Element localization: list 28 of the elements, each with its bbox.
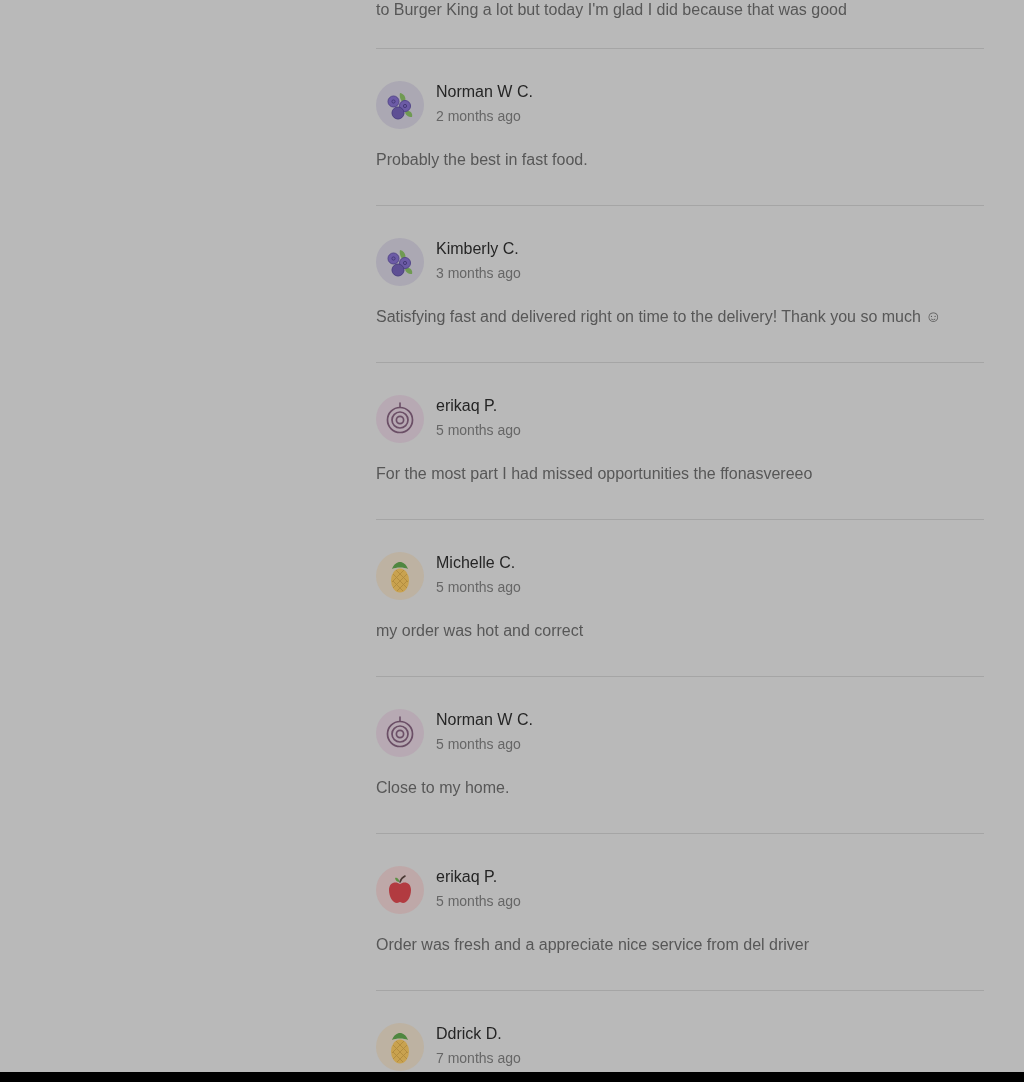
onion-avatar-icon <box>376 709 424 757</box>
apple-avatar-icon <box>376 866 424 914</box>
review-text: Satisfying fast and delivered right on time to the delivery! Thank you so much ☺ <box>376 307 943 327</box>
review-date: 7 months ago <box>436 1049 521 1067</box>
review-text: to Burger King a lot but today I'm glad I did because that was good <box>376 0 848 20</box>
reviewer-name: Kimberly C. <box>436 239 520 259</box>
review-date: 5 months ago <box>436 421 521 439</box>
review-text: Close to my home. <box>376 778 511 798</box>
review-date: 5 months ago <box>436 735 522 753</box>
reviewer-name: erikaq P. <box>436 396 499 416</box>
berries-avatar-icon <box>376 81 424 129</box>
onion-avatar-icon <box>376 395 424 443</box>
reviewer-name: Ddrick D. <box>436 1024 503 1044</box>
reviewer-name: Norman W C. <box>436 710 533 730</box>
pineapple-avatar-icon <box>376 552 424 600</box>
review-text: Order was fresh and a appreciate nice service from del driver <box>376 935 811 955</box>
review-text: my order was hot and correct <box>376 621 585 641</box>
reviewer-name: erikaq P. <box>436 867 499 887</box>
review-date: 3 months ago <box>436 264 521 282</box>
pineapple-avatar-icon <box>376 1023 424 1071</box>
reviewer-name: Michelle C. <box>436 553 517 573</box>
review-date: 5 months ago <box>436 578 521 596</box>
reviewer-name: Norman W C. <box>436 82 533 102</box>
review-text: For the most part I had missed opportunities the ffonasvereeo <box>376 464 814 484</box>
berries-avatar-icon <box>376 238 424 286</box>
review-date: 2 months ago <box>436 107 522 125</box>
review-date: 5 months ago <box>436 892 521 910</box>
review-text: Probably the best in fast food. <box>376 150 589 170</box>
